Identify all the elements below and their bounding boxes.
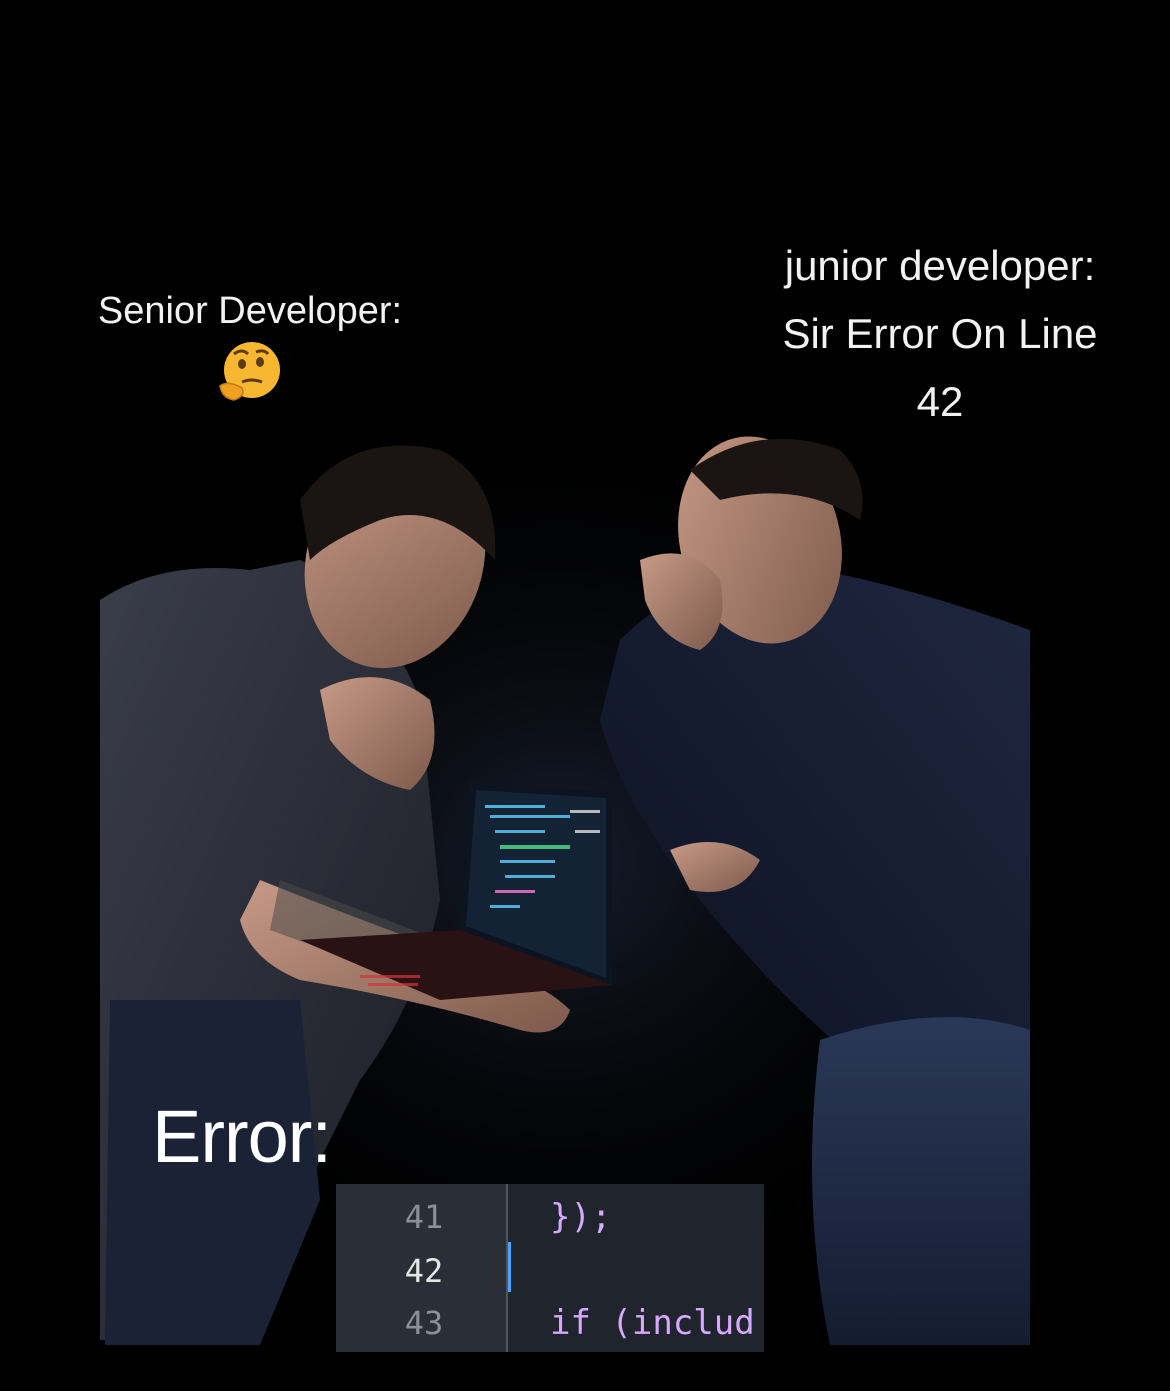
error-label: Error: <box>152 1095 332 1178</box>
line-number: 43 <box>404 1304 444 1342</box>
code-line: 41 }); <box>336 1190 764 1244</box>
meme-photo-scene <box>0 0 1170 1391</box>
junior-caption-line-3: 42 <box>916 378 964 425</box>
junior-caption-line-2: Sir Error On Line <box>782 310 1098 357</box>
code-line: 43 if (includ <box>336 1296 764 1350</box>
line-number: 42 <box>404 1252 444 1290</box>
thinking-face-icon <box>219 342 280 401</box>
line-number: 41 <box>404 1198 444 1236</box>
code-text: }); <box>550 1197 612 1237</box>
senior-developer-caption: Senior Developer: <box>97 290 403 332</box>
code-text: if (includ <box>550 1303 755 1343</box>
junior-caption-line-1: junior developer: <box>784 242 1096 289</box>
code-editor-snippet: 41 }); 42 43 if (includ <box>336 1184 764 1352</box>
code-line: 42 <box>336 1244 764 1298</box>
junior-developer-caption: junior developer: Sir Error On Line 42 <box>700 232 1170 436</box>
